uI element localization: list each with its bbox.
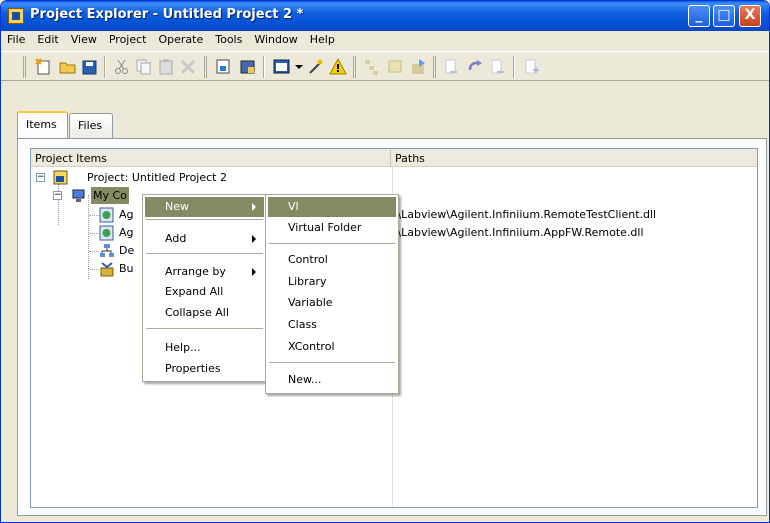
menu-edit[interactable]: Edit <box>31 31 64 46</box>
redo-icon[interactable] <box>467 58 485 76</box>
menu-item-properties[interactable]: Properties <box>145 359 264 379</box>
delete-icon[interactable] <box>179 58 197 76</box>
deploy-icon[interactable] <box>409 58 427 76</box>
close-button[interactable]: X <box>739 5 761 27</box>
project-label: Project: Untitled Project 2 <box>87 171 227 184</box>
submenu-arrow-icon <box>252 268 256 276</box>
toolbar-separator <box>513 56 515 78</box>
menu-item-label: Arrange by <box>165 265 226 278</box>
undo-source-icon[interactable] <box>443 58 461 76</box>
menu-help[interactable]: Help <box>304 31 341 46</box>
toolbar-grip[interactable] <box>433 56 436 78</box>
toolbar-grip[interactable] <box>204 56 207 78</box>
toolbar-separator <box>104 56 106 78</box>
tree-collapse-icon[interactable] <box>363 58 381 76</box>
new-submenu: VI Virtual Folder Control Library Variab… <box>265 194 399 394</box>
my-computer-label: My Co <box>91 187 129 204</box>
submenu-item-class[interactable]: Class <box>268 315 396 335</box>
save-all-icon[interactable] <box>81 58 99 76</box>
menu-item-arrange-by[interactable]: Arrange by <box>145 262 264 282</box>
project-explorer-window: Project Explorer - Untitled Project 2 * … <box>0 0 770 523</box>
collapse-toggle-icon[interactable]: − <box>36 173 45 182</box>
menu-view[interactable]: View <box>65 31 103 46</box>
menu-item-label: New <box>165 200 189 213</box>
tab-files[interactable]: Files <box>69 113 113 138</box>
dll-icon <box>99 207 114 223</box>
view-icon[interactable] <box>273 58 291 76</box>
menu-divider <box>146 328 263 329</box>
path-value: C:\Labview\Agilent.Infiniium.AppFW.Remot… <box>386 226 644 239</box>
menu-item-expand-all[interactable]: Expand All <box>145 282 264 302</box>
submenu-item-xcontrol[interactable]: XControl <box>268 337 396 357</box>
menu-divider <box>146 219 263 220</box>
submenu-item-vi[interactable]: VI <box>268 197 396 217</box>
submenu-item-variable[interactable]: Variable <box>268 293 396 313</box>
submenu-arrow-icon <box>252 203 256 211</box>
dependencies-icon <box>100 244 114 257</box>
menu-project[interactable]: Project <box>103 31 153 46</box>
find-icon[interactable] <box>489 58 507 76</box>
submenu-item-library[interactable]: Library <box>268 272 396 292</box>
maximize-button[interactable]: □ <box>713 5 735 27</box>
menu-window[interactable]: Window <box>248 31 303 46</box>
tree-expand-icon[interactable] <box>387 58 405 76</box>
menu-item-add[interactable]: Add <box>145 229 264 249</box>
cut-icon[interactable] <box>113 58 131 76</box>
toolbar-grip[interactable] <box>353 56 356 78</box>
column-header-paths[interactable]: Paths <box>391 149 757 167</box>
labview-project-icon <box>8 8 24 24</box>
new-vi-icon[interactable] <box>35 58 53 76</box>
menu-bar: File Edit View Project Operate Tools Window Hel… <box>1 31 769 50</box>
tab-items[interactable]: Items <box>17 111 68 138</box>
menu-divider <box>269 362 395 363</box>
submenu-arrow-icon <box>252 235 256 243</box>
copy-icon[interactable] <box>135 58 153 76</box>
tree-item-label: Ag <box>119 226 134 239</box>
menu-divider <box>269 243 395 244</box>
menu-item-help[interactable]: Help... <box>145 338 264 358</box>
submenu-item-virtual-folder[interactable]: Virtual Folder <box>268 218 396 238</box>
context-menu: New Add Arrange by Expand All Collapse A… <box>142 194 267 382</box>
menu-file[interactable]: File <box>1 31 31 46</box>
window-title: Project Explorer - Untitled Project 2 * <box>30 7 304 22</box>
submenu-item-control[interactable]: Control <box>268 250 396 270</box>
title-bar[interactable]: Project Explorer - Untitled Project 2 * … <box>1 1 769 31</box>
menu-divider <box>146 253 263 254</box>
paste-icon[interactable] <box>157 58 175 76</box>
dll-icon <box>99 225 114 241</box>
computer-icon <box>72 189 85 202</box>
menu-item-label: Add <box>165 232 187 245</box>
collapse-toggle-icon[interactable]: − <box>53 191 62 200</box>
path-value: C:\Labview\Agilent.Infiniium.RemoteTestC… <box>386 208 657 221</box>
toolbar-grip[interactable] <box>23 56 26 78</box>
submenu-item-new-ellipsis[interactable]: New... <box>268 370 396 390</box>
tree-item-label: Bu <box>119 262 134 275</box>
tree-item-label: De <box>119 244 135 257</box>
column-header-project-items[interactable]: Project Items <box>31 149 391 167</box>
wand-icon[interactable] <box>307 58 325 76</box>
tree-row-project[interactable]: − Project: Untitled Project 2 <box>31 169 391 187</box>
minimize-button[interactable]: _ <box>688 5 710 27</box>
toolbar-separator <box>263 56 265 78</box>
build-specifications-icon <box>100 262 114 277</box>
toolbar <box>1 51 769 81</box>
menu-item-new[interactable]: New <box>145 197 264 217</box>
warning-icon[interactable] <box>329 58 347 76</box>
menu-operate[interactable]: Operate <box>152 31 209 46</box>
project-icon <box>53 170 68 185</box>
open-icon[interactable] <box>59 58 77 76</box>
menu-item-collapse-all[interactable]: Collapse All <box>145 303 264 323</box>
add-file-icon[interactable] <box>523 58 541 76</box>
build-icon[interactable] <box>239 58 257 76</box>
project-properties-icon[interactable] <box>215 58 233 76</box>
tree-item-label: Ag <box>119 208 134 221</box>
menu-tools[interactable]: Tools <box>209 31 248 46</box>
